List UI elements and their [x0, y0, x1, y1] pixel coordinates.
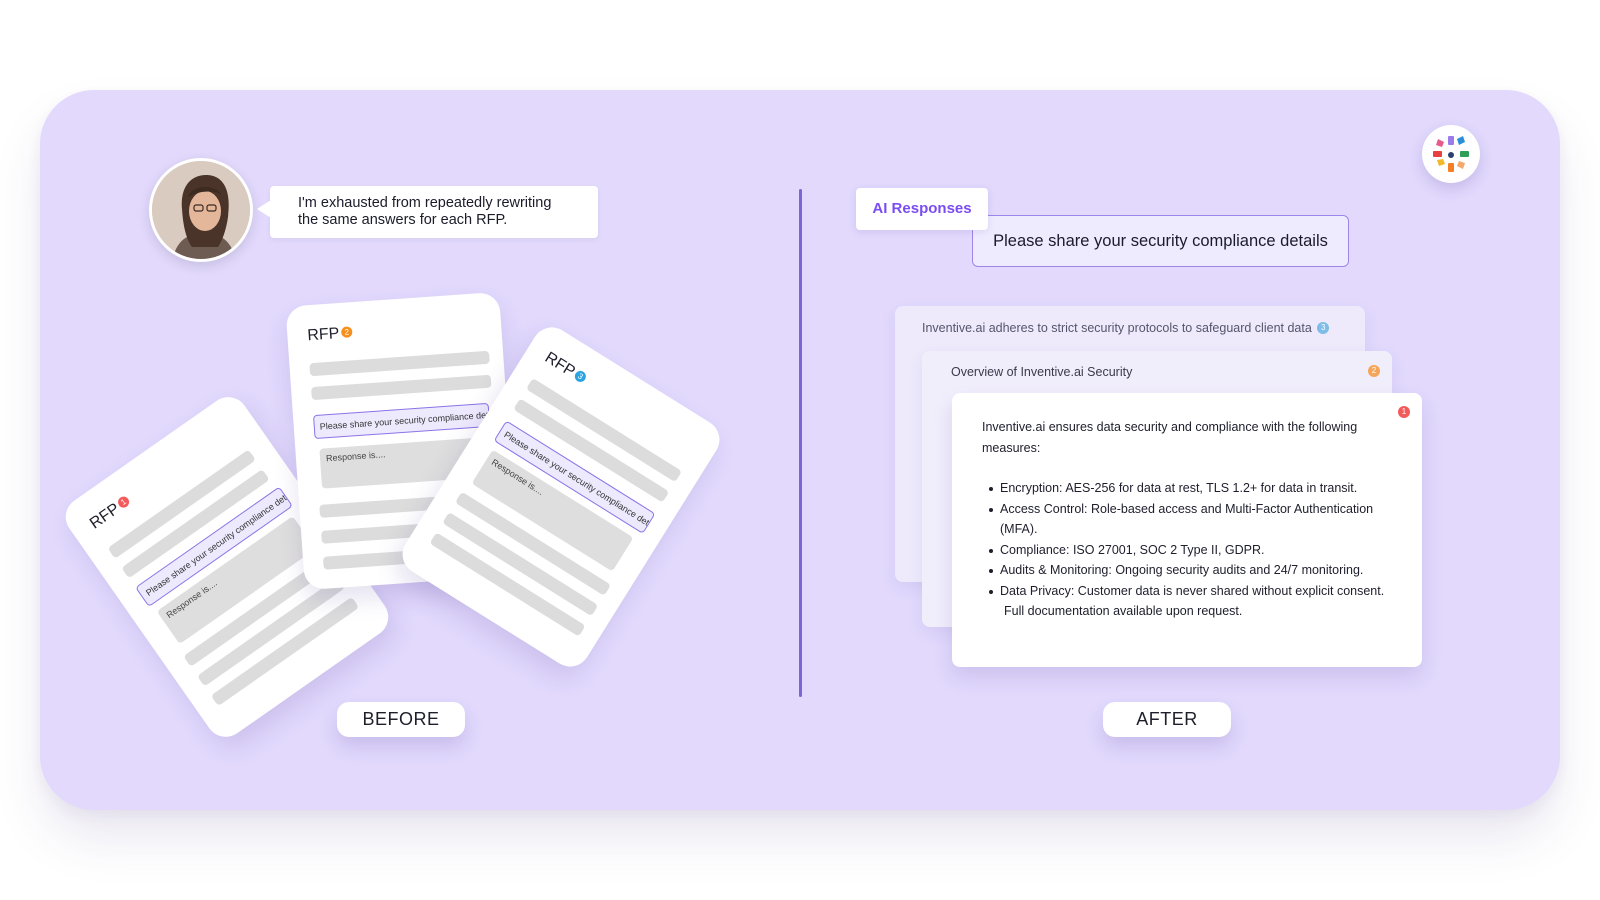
list-item: Access Control: Role-based access and Mu… — [982, 499, 1402, 540]
response-bullet-list: Encryption: AES-256 for data at rest, TL… — [982, 478, 1402, 601]
rfp-title-text: RFP — [306, 325, 340, 345]
ai-responses-tag: AI Responses — [856, 188, 988, 230]
question-box: Please share your security compliance de… — [972, 215, 1349, 267]
response-heading-text: Inventive.ai adheres to strict security … — [922, 321, 1312, 335]
before-label: BEFORE — [337, 702, 465, 737]
list-item: Encryption: AES-256 for data at rest, TL… — [982, 478, 1402, 499]
inventive-pinwheel-logo — [1422, 125, 1480, 183]
response-number-badge: 2 — [1368, 365, 1380, 377]
response-body: Inventive.ai ensures data security and c… — [982, 417, 1402, 622]
placeholder-line — [309, 350, 490, 377]
avatar — [149, 158, 253, 262]
list-item: Compliance: ISO 27001, SOC 2 Type II, GD… — [982, 540, 1402, 561]
response-card-1: 1 Inventive.ai ensures data security and… — [952, 393, 1422, 667]
rfp-number-badge: 2 — [340, 326, 353, 339]
rfp-number-badge: 3 — [572, 369, 588, 385]
response-footer: Full documentation available upon reques… — [1004, 604, 1243, 618]
placeholder-line — [311, 374, 492, 401]
speech-text: I'm exhausted from repeatedly rewriting … — [298, 195, 552, 228]
woman-portrait-avatar — [152, 161, 250, 259]
question-field: Please share your security compliance de… — [312, 402, 491, 440]
list-item: Data Privacy: Customer data is never sha… — [982, 581, 1402, 602]
response-heading: Inventive.ai adheres to strict security … — [922, 321, 1330, 335]
rfp-card-title: RFP1 — [87, 493, 134, 534]
comparison-panel: I'm exhausted from repeatedly rewriting … — [40, 90, 1560, 810]
rfp-card-title: RFP3 — [541, 349, 589, 388]
divider — [799, 189, 802, 697]
rfp-title-text: RFP — [541, 349, 578, 381]
list-item: Audits & Monitoring: Ongoing security au… — [982, 560, 1402, 581]
rfp-title-text: RFP — [86, 500, 123, 533]
response-heading: Overview of Inventive.ai Security — [951, 365, 1133, 379]
rfp-card-title: RFP 2 — [307, 324, 353, 345]
after-label: AFTER — [1103, 702, 1231, 737]
speech-bubble: I'm exhausted from repeatedly rewriting … — [257, 186, 598, 238]
response-number-badge: 3 — [1317, 321, 1330, 334]
logo-icon — [1433, 136, 1469, 172]
response-intro: Inventive.ai ensures data security and c… — [982, 420, 1358, 455]
